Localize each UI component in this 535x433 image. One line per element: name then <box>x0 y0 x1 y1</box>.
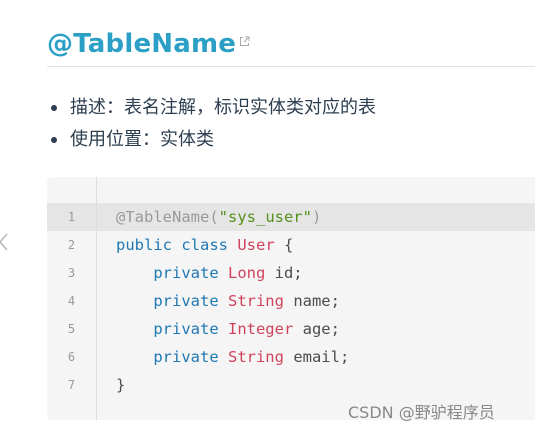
list-item: 描述：表名注解，标识实体类对应的表 <box>47 92 376 124</box>
line-number: 4 <box>67 294 76 308</box>
code-token: private <box>116 320 228 338</box>
page-title: @TableName <box>47 24 250 64</box>
code-line: 4 private String name; <box>47 287 535 315</box>
code-token: Long <box>227 264 266 282</box>
code-text: private String email; <box>116 343 349 371</box>
list-item: 使用位置：实体类 <box>47 124 376 156</box>
external-link-icon[interactable] <box>239 36 250 47</box>
code-text: private Long id; <box>116 259 303 287</box>
code-token: id; <box>265 264 303 282</box>
code-line: 2 public class User { <box>47 231 535 259</box>
chevron-left-icon[interactable] <box>0 232 10 252</box>
code-token: String <box>227 292 284 310</box>
line-number: 1 <box>67 210 76 224</box>
code-token: public class <box>116 236 238 254</box>
code-token: { <box>274 236 294 254</box>
code-token: @TableName( <box>116 208 219 226</box>
description-list: 描述：表名注解，标识实体类对应的表 使用位置：实体类 <box>47 92 376 156</box>
code-token: User <box>237 236 275 254</box>
code-token: age; <box>293 320 340 338</box>
code-token: ) <box>311 208 322 226</box>
title-divider <box>47 66 535 67</box>
code-line: 3 private Long id; <box>47 259 535 287</box>
line-number: 2 <box>67 238 76 252</box>
code-line: 1 @TableName("sys_user") <box>47 203 535 231</box>
code-token: Integer <box>227 320 294 338</box>
code-token: private <box>116 292 228 310</box>
code-token: } <box>116 376 126 394</box>
code-block: 1 @TableName("sys_user") 2 public class Use… <box>47 177 535 420</box>
code-token: name; <box>283 292 340 310</box>
code-text: private Integer age; <box>116 315 340 343</box>
line-number: 7 <box>67 378 76 392</box>
title-text: @TableName <box>47 29 237 59</box>
code-text: } <box>116 371 125 399</box>
code-token: private <box>116 348 228 366</box>
code-token: private <box>116 264 228 282</box>
code-text: @TableName("sys_user") <box>116 203 321 231</box>
code-line: 5 private Integer age; <box>47 315 535 343</box>
code-text: public class User { <box>116 231 293 259</box>
code-line: 7} <box>47 371 535 399</box>
line-number: 5 <box>67 322 76 336</box>
code-line: 6 private String email; <box>47 343 535 371</box>
code-token: email; <box>283 348 350 366</box>
line-number: 6 <box>67 350 76 364</box>
watermark: CSDN @野驴程序员 <box>348 403 495 422</box>
code-text: private String name; <box>116 287 340 315</box>
code-token: String <box>227 348 284 366</box>
line-number: 3 <box>67 266 76 280</box>
code-token: "sys_user" <box>218 208 312 226</box>
